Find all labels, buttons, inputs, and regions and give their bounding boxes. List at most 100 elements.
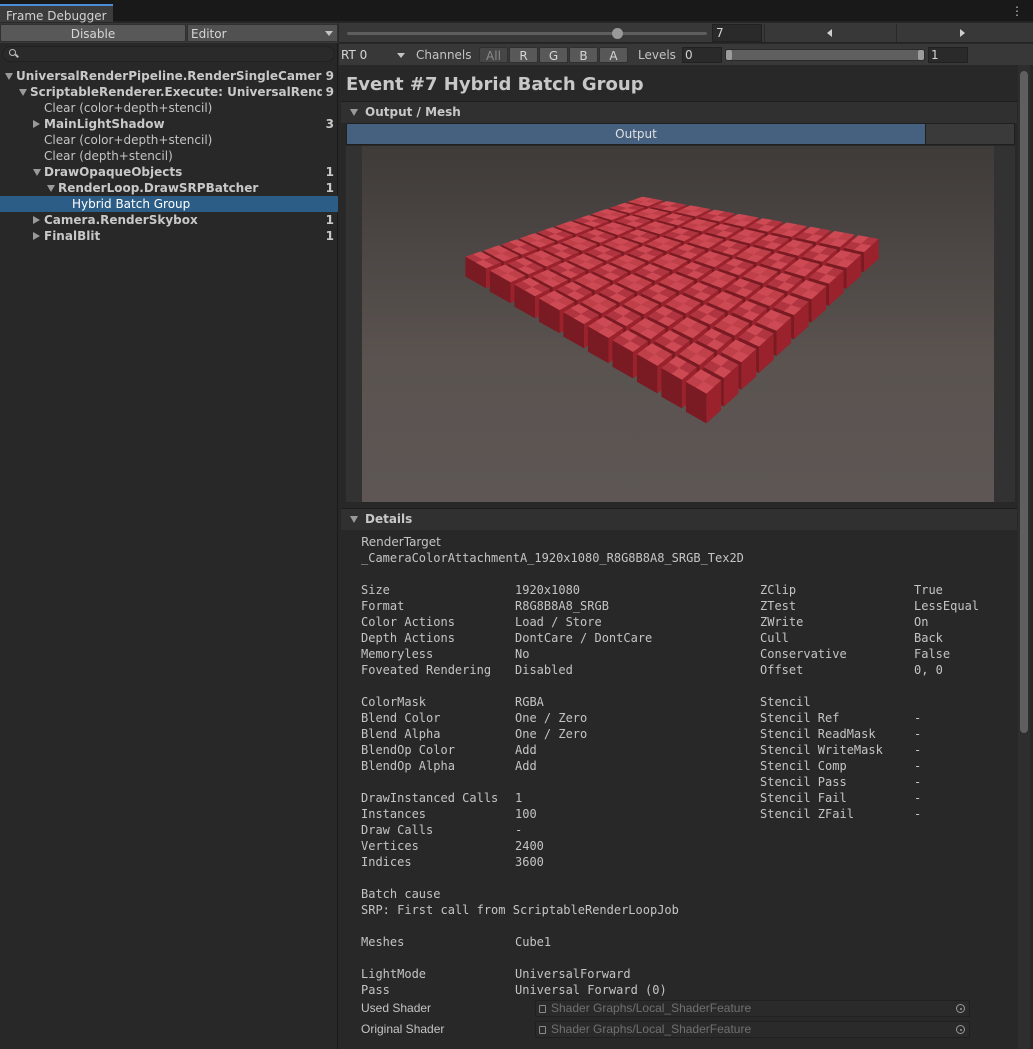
tree-item[interactable]: Clear (depth+stencil) — [0, 148, 338, 164]
channel-all-button[interactable]: All — [479, 47, 508, 63]
levels-max-field[interactable]: 1 — [928, 47, 968, 63]
foldout-closed-icon[interactable] — [33, 120, 40, 128]
foldout-closed-icon[interactable] — [33, 216, 40, 224]
tree-item[interactable]: DrawOpaqueObjects 1 — [0, 164, 338, 180]
disable-button[interactable]: Disable — [0, 24, 186, 42]
foldout-open-icon[interactable] — [19, 89, 27, 96]
render-target-dropdown[interactable]: RT 0 — [341, 47, 407, 63]
foldout-open-icon[interactable] — [5, 73, 13, 80]
event-index-field[interactable]: 7 — [712, 24, 762, 42]
event-tree: UniversalRenderPipeline.RenderSingleCame… — [0, 68, 338, 244]
draw-stat-label: Indices — [361, 855, 412, 869]
tree-item[interactable]: Camera.RenderSkybox 1 — [0, 212, 338, 228]
target-property-value: Load / Store — [515, 615, 602, 629]
window-tab-strip: Frame Debugger ⋮ — [0, 0, 1033, 22]
vertical-scrollbar[interactable] — [1018, 65, 1030, 1049]
batch-cause-value: SRP: First call from ScriptableRenderLoo… — [361, 903, 679, 917]
channel-r-button[interactable]: R — [509, 47, 538, 63]
output-preview — [346, 146, 1015, 502]
kebab-menu-icon[interactable]: ⋮ — [1011, 5, 1023, 17]
stencil-property-label: Stencil WriteMask — [760, 743, 883, 757]
depth-property-value: LessEqual — [914, 599, 980, 613]
blend-property-label: BlendOp Color — [361, 743, 455, 757]
original-shader-label: Original Shader — [361, 1022, 445, 1036]
target-property-value: 1920x1080 — [515, 583, 581, 597]
lightmode-label: LightMode — [361, 967, 427, 981]
levels-max-handle[interactable] — [918, 50, 924, 60]
blend-property-label: Blend Alpha — [361, 727, 441, 741]
object-picker-icon[interactable] — [956, 1025, 965, 1034]
next-event-button[interactable] — [896, 24, 1026, 42]
depth-property-value: On — [914, 615, 929, 629]
tree-item[interactable]: ScriptableRenderer.Execute: UniversalRen… — [0, 84, 338, 100]
event-navigation-bar: 7 — [339, 23, 1033, 43]
output-mesh-section-header[interactable]: Output / Mesh — [341, 101, 1017, 123]
details-section-label: Details — [365, 512, 413, 526]
foldout-closed-icon[interactable] — [33, 232, 40, 240]
search-box[interactable] — [2, 46, 335, 62]
stencil-property-label: Stencil Ref — [760, 711, 840, 725]
event-slider-thumb[interactable] — [612, 28, 623, 39]
levels-min-handle[interactable] — [726, 50, 732, 60]
blend-property-value: Add — [515, 743, 537, 757]
tree-item[interactable]: UniversalRenderPipeline.RenderSingleCame… — [0, 68, 338, 84]
used-shader-label: Used Shader — [361, 1001, 432, 1015]
stencil-property-label: Stencil ReadMask — [760, 727, 876, 741]
tree-item[interactable]: FinalBlit 1 — [0, 228, 338, 244]
foldout-open-icon — [350, 109, 358, 116]
target-property-value: R8G8B8A8_SRGB — [515, 599, 609, 613]
tree-item[interactable]: Clear (color+depth+stencil) — [0, 132, 338, 148]
tree-item-count: 1 — [325, 165, 334, 179]
tab-output[interactable]: Output — [347, 124, 926, 144]
depth-property-label: Offset — [760, 663, 804, 677]
render-target-bar: RT 0 Channels All R G B A Levels 0 1 — [339, 44, 1033, 65]
target-dropdown[interactable]: Editor — [187, 24, 338, 42]
channel-b-button[interactable]: B — [569, 47, 598, 63]
original-shader-field[interactable]: Shader Graphs/Local_ShaderFeature — [535, 1021, 970, 1038]
blend-property-label: ColorMask — [361, 695, 427, 709]
levels-range-slider[interactable] — [725, 49, 925, 61]
draw-stat-value: 100 — [515, 807, 537, 821]
tree-item[interactable]: MainLightShadow 3 — [0, 116, 338, 132]
render-target-value: _CameraColorAttachmentA_1920x1080_R8G8B8… — [361, 551, 744, 565]
depth-property-label: Cull — [760, 631, 789, 645]
draw-stat-label: Draw Calls — [361, 823, 434, 837]
channel-g-button[interactable]: G — [539, 47, 568, 63]
search-input[interactable] — [21, 48, 321, 60]
stencil-property-label: Stencil Pass — [760, 775, 847, 789]
previous-event-button[interactable] — [764, 24, 896, 42]
event-slider[interactable] — [347, 28, 707, 39]
tree-item-label: Hybrid Batch Group — [72, 197, 191, 211]
tree-item-count: 9 — [325, 85, 334, 99]
foldout-open-icon[interactable] — [33, 169, 41, 176]
tree-item-count: 1 — [325, 181, 334, 195]
stencil-property-value: - — [914, 791, 922, 805]
levels-min-field[interactable]: 0 — [682, 47, 722, 63]
tree-item[interactable]: Clear (color+depth+stencil) — [0, 100, 338, 116]
left-toolbar: Disable Editor — [0, 23, 338, 43]
output-mesh-section-label: Output / Mesh — [365, 105, 461, 119]
used-shader-value: Shader Graphs/Local_ShaderFeature — [551, 1001, 752, 1015]
object-picker-icon[interactable] — [956, 1004, 965, 1013]
search-icon — [9, 49, 16, 56]
tree-item-label: RenderLoop.DrawSRPBatcher — [58, 181, 259, 195]
details-section-header[interactable]: Details — [341, 508, 1017, 530]
pass-value: Universal Forward (0) — [515, 983, 667, 997]
target-property-label: Foveated Rendering — [361, 663, 492, 677]
vertical-scrollbar-thumb[interactable] — [1020, 71, 1028, 733]
tree-item[interactable]: RenderLoop.DrawSRPBatcher 1 — [0, 180, 338, 196]
shader-graph-icon — [539, 1026, 546, 1034]
channel-a-button[interactable]: A — [599, 47, 628, 63]
tree-item-count: 9 — [325, 69, 334, 83]
target-property-value: DontCare / DontCare — [515, 631, 653, 645]
tree-item-selected[interactable]: Hybrid Batch Group — [0, 196, 338, 212]
foldout-open-icon[interactable] — [47, 185, 55, 192]
used-shader-field[interactable]: Shader Graphs/Local_ShaderFeature — [535, 1000, 970, 1017]
stencil-property-value: - — [914, 743, 922, 757]
target-property-label: Format — [361, 599, 405, 613]
blend-property-value: One / Zero — [515, 727, 588, 741]
frame-debugger-tab[interactable]: Frame Debugger — [0, 4, 113, 22]
tree-item-label: DrawOpaqueObjects — [44, 165, 183, 179]
stencil-property-label: Stencil ZFail — [760, 807, 854, 821]
draw-stat-value: 2400 — [515, 839, 544, 853]
